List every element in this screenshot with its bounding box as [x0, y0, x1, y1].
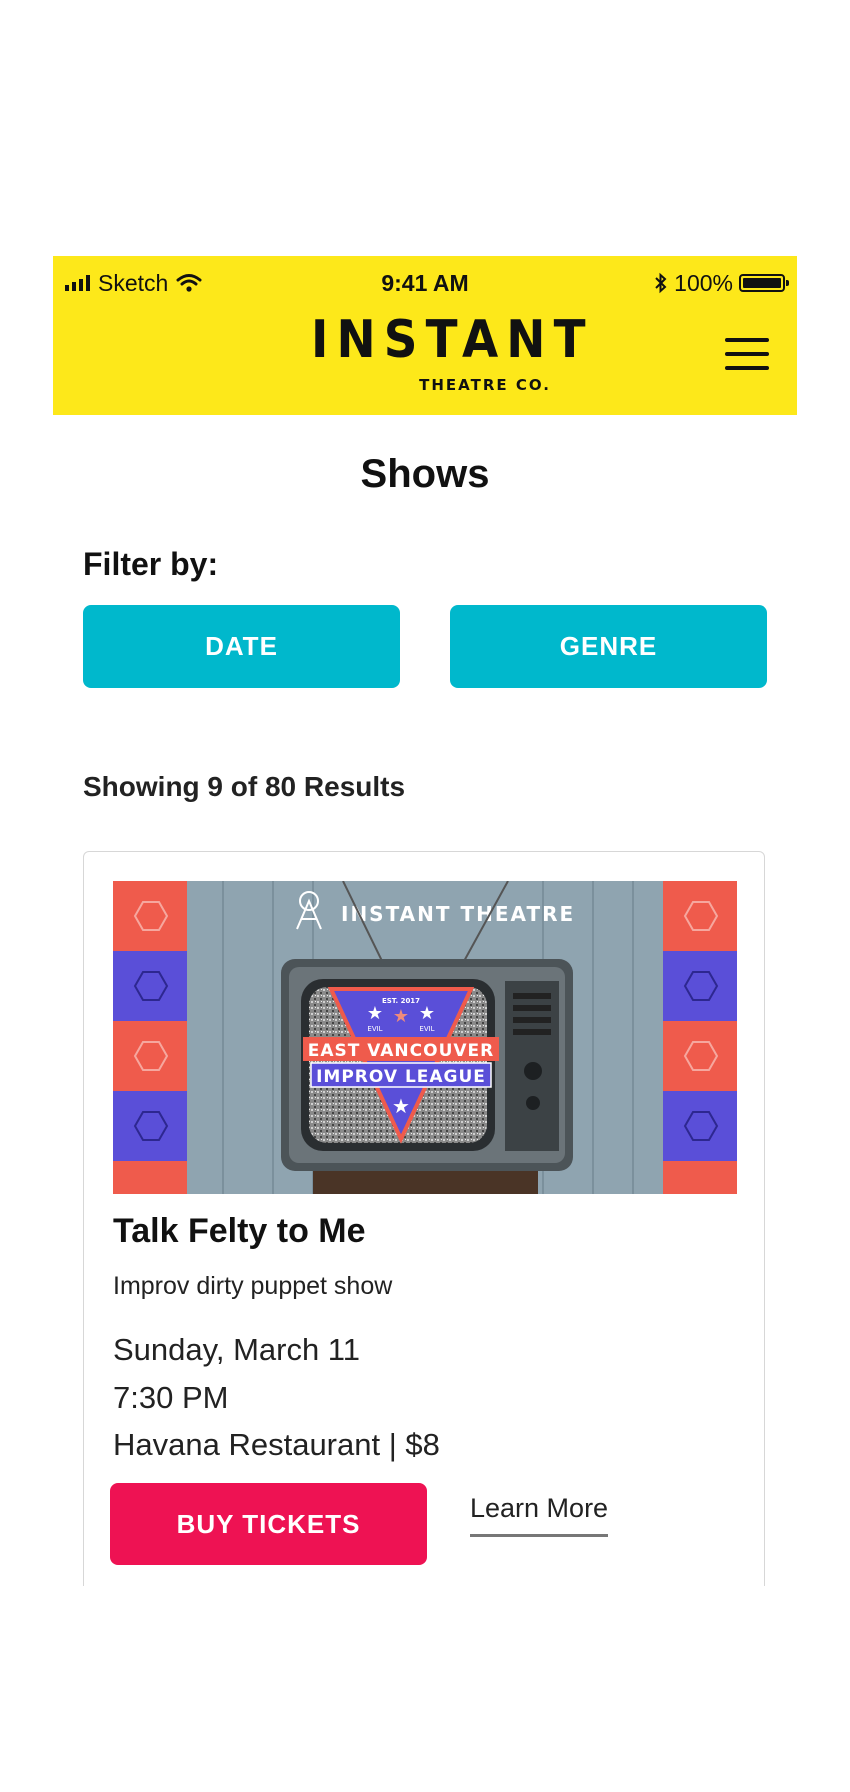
badge-line2-text: IMPROV LEAGUE: [316, 1067, 486, 1087]
buy-tickets-button[interactable]: BUY TICKETS: [110, 1483, 427, 1565]
badge-left-text: EVIL: [367, 1025, 382, 1033]
poster-brand-text: INSTANT THEATRE: [341, 902, 575, 926]
learn-more-link[interactable]: Learn More: [470, 1493, 609, 1537]
filter-label: Filter by:: [83, 546, 219, 582]
show-venue-price: Havana Restaurant | $8: [113, 1427, 440, 1462]
badge-right-text: EVIL: [419, 1025, 434, 1033]
page-title: Shows: [360, 452, 490, 496]
svg-text:★: ★: [419, 1003, 435, 1024]
bluetooth-icon: [655, 272, 667, 294]
filter-genre-button[interactable]: GENRE: [450, 605, 767, 688]
show-poster-image[interactable]: INSTANT THEATRE EST. 2017 ★ ★ ★ EVIL EVI…: [113, 881, 737, 1194]
instant-theatre-logo[interactable]: INSTANT THEATRE CO.: [311, 314, 585, 406]
show-date: Sunday, March 11: [113, 1332, 360, 1367]
results-count: Showing 9 of 80 Results: [83, 771, 406, 802]
logo-wordmark: INSTANT: [311, 310, 594, 370]
show-subtitle: Improv dirty puppet show: [113, 1272, 393, 1300]
phone-screen: Sketch 9:41 AM 100% INSTANT THEATRE CO. …: [53, 256, 797, 1586]
show-time: 7:30 PM: [113, 1380, 229, 1415]
hamburger-menu-icon[interactable]: [725, 336, 769, 372]
show-card: INSTANT THEATRE EST. 2017 ★ ★ ★ EVIL EVI…: [83, 851, 765, 1586]
svg-text:★: ★: [367, 1003, 383, 1024]
logo-subtext: THEATRE CO.: [419, 376, 551, 394]
badge-est-text: EST. 2017: [382, 997, 420, 1005]
filter-date-button[interactable]: DATE: [83, 605, 400, 688]
badge-line1-text: EAST VANCOUVER: [308, 1041, 495, 1061]
status-bar-right: 100%: [654, 264, 789, 302]
app-header: Sketch 9:41 AM 100% INSTANT THEATRE CO.: [53, 256, 797, 415]
svg-text:★: ★: [392, 1094, 410, 1118]
battery-percent: 100%: [674, 269, 733, 296]
battery-icon: [739, 274, 789, 292]
svg-text:★: ★: [393, 1006, 409, 1027]
show-title[interactable]: Talk Felty to Me: [113, 1212, 366, 1251]
